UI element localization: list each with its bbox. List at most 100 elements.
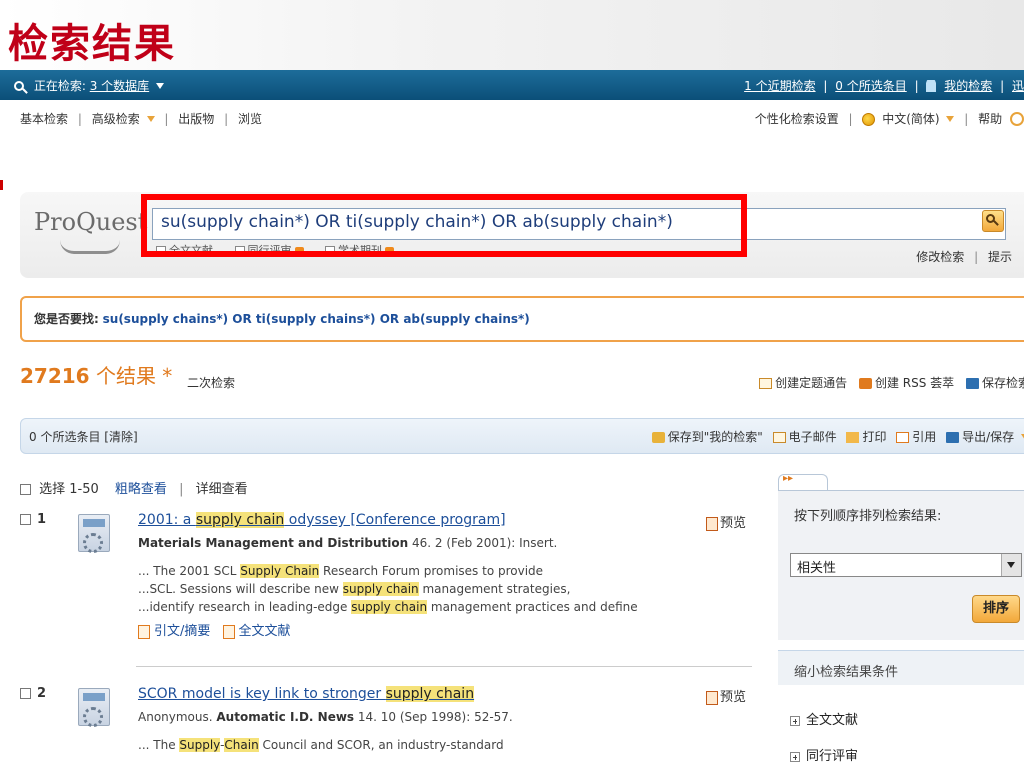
refine-search-link[interactable]: 二次检索 [187, 374, 235, 391]
databases-link[interactable]: 3 个数据库 [90, 79, 149, 93]
narrow-item-fulltext[interactable]: 全文文献 [790, 709, 858, 728]
document-icon [78, 514, 110, 553]
brief-view-link[interactable]: 粗略查看 [115, 482, 167, 497]
create-rss-link[interactable]: 创建 RSS 荟萃 [875, 376, 954, 390]
result-title-link[interactable]: 2001: a supply chain odyssey [Conference… [138, 512, 506, 528]
email-button[interactable]: 电子邮件 [789, 430, 837, 444]
info-icon[interactable] [385, 246, 394, 256]
separator: | [179, 482, 184, 497]
narrow-item-peer-reviewed[interactable]: 同行评审 [790, 745, 858, 764]
help-icon[interactable] [1010, 112, 1024, 126]
chevron-down-icon[interactable] [155, 83, 164, 89]
result-checkbox[interactable] [20, 688, 31, 699]
search-button[interactable] [982, 210, 1004, 232]
select-row: 选择 1-50 粗略查看 | 详细查看 [20, 478, 248, 497]
separator: | [964, 111, 969, 126]
cite-button[interactable]: 引用 [912, 430, 936, 444]
chevron-down-icon[interactable] [946, 116, 955, 122]
chevron-down-icon[interactable] [146, 116, 155, 122]
save-search-link[interactable]: 保存检索 [982, 376, 1024, 390]
help-link[interactable]: 帮助 [978, 112, 1002, 126]
basic-search-link[interactable]: 基本检索 [20, 112, 68, 126]
results-number: 27216 [20, 364, 90, 388]
did-you-mean-label: 您是否要找: [34, 312, 99, 326]
snippet-text: ... The [138, 738, 180, 752]
collapse-sidebar-tab[interactable] [778, 473, 828, 490]
result-snippet: ... The 2001 SCL Supply Chain Research F… [138, 562, 638, 616]
tips-link[interactable]: 提示 [988, 250, 1012, 264]
cite-icon [896, 431, 910, 443]
preferences-link[interactable]: 个性化检索设置 [755, 112, 839, 126]
fulltext-icon [222, 624, 235, 639]
author-name: Anonymous. [138, 710, 217, 724]
globe-icon [862, 112, 876, 126]
advanced-search-link[interactable]: 高级检索 [92, 112, 140, 126]
rss-icon [858, 378, 872, 389]
preview-label: 预览 [720, 690, 747, 705]
chevron-down-icon[interactable] [1001, 554, 1021, 576]
detailed-view-link[interactable]: 详细查看 [196, 482, 248, 497]
expand-icon[interactable] [790, 751, 800, 762]
search-input[interactable]: su(supply chain*) OR ti(supply chain*) O… [152, 208, 1006, 240]
snippet-highlight: Chain [224, 738, 259, 752]
list-item: 1 2001: a supply chain odyssey [Conferen… [20, 512, 752, 662]
select-all-checkbox[interactable] [20, 484, 31, 495]
nav-left: 基本检索 | 高级检索 | 出版物 | 浏览 [20, 110, 262, 127]
sort-label: 按下列顺序排列检索结果: [794, 509, 942, 524]
peer-reviewed-filter-label: 同行评审 [247, 244, 292, 257]
separator: | [914, 78, 919, 93]
expand-icon[interactable] [790, 715, 800, 726]
publications-link[interactable]: 出版物 [178, 112, 214, 126]
abstract-link[interactable]: 引文/摘要 [154, 624, 210, 639]
browse-link[interactable]: 浏览 [238, 112, 262, 126]
snippet-highlight: Supply [179, 738, 221, 752]
my-research-link[interactable]: 我的检索 [944, 79, 992, 93]
selected-items-link[interactable]: 0 个所选条目 [835, 79, 906, 93]
result-number: 2 [37, 686, 47, 701]
nav-bar: 基本检索 | 高级检索 | 出版物 | 浏览 个性化检索设置 | 中文(简体) … [0, 100, 1024, 136]
modify-search-link[interactable]: 修改检索 [916, 250, 964, 264]
recent-searches-link[interactable]: 1 个近期检索 [744, 79, 815, 93]
snippet-highlight: Supply Chain [240, 564, 320, 578]
narrow-results-panel: 缩小检索结果条件 全文文献 同行评审 [778, 650, 1024, 768]
results-sidebar: 按下列顺序排列检索结果: 相关性 排序 缩小检索结果条件 全文文献 同行评审 [778, 473, 1024, 768]
abstract-icon [138, 624, 150, 639]
sort-selected-value: 相关性 [797, 561, 837, 576]
print-button[interactable]: 打印 [862, 430, 886, 444]
preview-button[interactable]: 预览 [706, 686, 746, 705]
export-button[interactable]: 导出/保存 [962, 430, 1014, 444]
modify-links: 修改检索 | 提示 [916, 248, 1012, 265]
fulltext-link[interactable]: 全文文献 [239, 624, 291, 639]
info-icon[interactable] [294, 246, 304, 256]
result-source: Anonymous. Automatic I.D. News 14. 10 (S… [138, 710, 513, 724]
user-icon [926, 80, 937, 92]
peer-reviewed-checkbox[interactable] [234, 246, 245, 256]
database-selector[interactable]: 正在检索: 3 个数据库 [14, 77, 164, 94]
fulltext-checkbox[interactable] [156, 246, 166, 256]
preview-button[interactable]: 预览 [706, 512, 746, 531]
narrow-results-header: 缩小检索结果条件 [778, 651, 1024, 685]
selected-items-clear[interactable]: 0 个所选条目 [清除] [29, 428, 138, 445]
slide-title: 检索结果 [8, 20, 176, 67]
result-title-link[interactable]: SCOR model is key link to stronger suppl… [138, 686, 475, 702]
create-alert-link[interactable]: 创建定题通告 [775, 376, 847, 390]
results-toolbar: 0 个所选条目 [清除] 保存到"我的检索" 电子邮件 打印 引用 导出/保存 [20, 418, 1024, 454]
sort-select[interactable]: 相关性 [790, 553, 1022, 577]
did-you-mean-box: 您是否要找: su(supply chains*) OR ti(supply c… [20, 296, 1024, 342]
truncated-link[interactable]: 迅 [1012, 79, 1024, 93]
sort-panel: 按下列顺序排列检索结果: 相关性 排序 [778, 490, 1024, 640]
result-number: 1 [37, 512, 47, 527]
journal-name: Automatic I.D. News [216, 710, 355, 724]
scholarly-checkbox[interactable] [325, 246, 335, 256]
result-links: 引文/摘要 全文文献 [138, 620, 291, 639]
save-to-my-research-button[interactable]: 保存到"我的检索" [668, 430, 763, 444]
snippet-text: ...identify research in leading-edge [138, 600, 352, 614]
snippet-text: Council and SCOR, an industry-standard [258, 738, 504, 752]
result-checkbox[interactable] [20, 514, 31, 525]
results-suffix: 个结果 * [95, 364, 173, 388]
sort-button[interactable]: 排序 [972, 595, 1020, 623]
save-icon [965, 378, 979, 389]
language-selector[interactable]: 中文(简体) [882, 112, 939, 126]
scholarly-filter-label: 学术期刊 [338, 244, 382, 257]
suggested-query-link[interactable]: su(supply chains*) OR ti(supply chains*)… [103, 312, 530, 326]
